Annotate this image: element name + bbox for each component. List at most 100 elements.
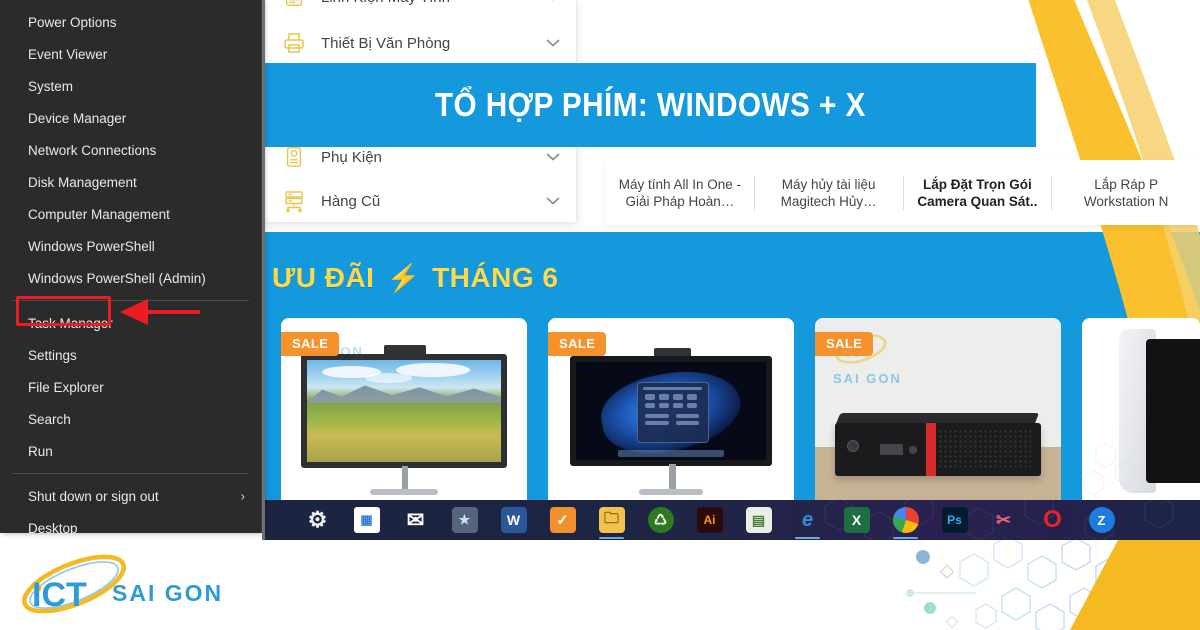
menu-item-desktop[interactable]: Desktop [0, 512, 261, 544]
monitor-neck [668, 464, 676, 489]
quick-link-2[interactable]: Lắp Đặt Trọn Gói Camera Quan Sát.. [904, 175, 1053, 210]
sale-badge: SALE [281, 332, 340, 356]
chrome-icon [892, 507, 919, 533]
quick-link-line2: Magitech Hủy… [780, 193, 877, 209]
taskbar-edge-icon[interactable]: e [783, 500, 832, 540]
lightning-bolt-icon: ⚡ [386, 262, 421, 293]
component-icon [281, 0, 307, 10]
category-item-label: Phụ Kiện [321, 148, 382, 166]
category-item-0[interactable]: Linh Kiện Máy Tính [265, 0, 576, 16]
product-card[interactable]: SALE [548, 318, 794, 508]
category-item-1[interactable]: Thiết Bị Văn Phòng [265, 24, 576, 62]
quick-link-line2: Camera Quan Sát.. [917, 193, 1038, 209]
monitor-base [369, 489, 439, 495]
sale-badge: SALE [548, 332, 607, 356]
quick-link-1[interactable]: Máy hủy tài liệu Magitech Hủy… [755, 175, 904, 210]
word-icon: W [500, 507, 527, 533]
notepad-icon: ▤ [745, 507, 772, 533]
menu-item-settings[interactable]: Settings [0, 339, 261, 371]
landscape-wallpaper [306, 360, 502, 463]
menu-item-run[interactable]: Run [0, 435, 261, 467]
menu-label: Search [28, 411, 71, 427]
accessory-icon [281, 144, 307, 170]
menu-label: Windows PowerShell (Admin) [28, 270, 206, 286]
product-card[interactable]: SAI GON SALE [281, 318, 527, 508]
taskbar-recycle-icon[interactable]: ♺ [636, 500, 685, 540]
taskbar-excel-icon[interactable]: X [832, 500, 881, 540]
taskbar-notepad-editor-icon[interactable]: ▤ [734, 500, 783, 540]
quick-link-line1: Lắp Ráp P [1094, 176, 1159, 192]
menu-item-disk-management[interactable]: Disk Management [0, 166, 261, 198]
ict-saigon-logo[interactable]: ICT SAI GON [16, 554, 251, 616]
quick-link-line2: Giải Pháp Hoàn… [625, 193, 735, 209]
server-icon [281, 188, 307, 214]
usb-port [880, 443, 903, 456]
menu-item-windows-powershell-admin[interactable]: Windows PowerShell (Admin) [0, 262, 261, 294]
taskbar-microsoft-store-icon[interactable]: ▦ [342, 500, 391, 540]
edge-icon: e [801, 508, 814, 531]
chevron-down-icon[interactable] [546, 0, 560, 2]
monitor-neck [401, 466, 408, 489]
quick-link-line1: Máy tính All In One - [618, 176, 742, 192]
taskbar-zalo-icon[interactable]: Z [1077, 500, 1126, 540]
chevron-down-icon[interactable] [546, 153, 560, 162]
mail-icon: ✉ [406, 508, 425, 532]
product-card[interactable] [1082, 318, 1200, 508]
menu-item-shut-down-or-sign-out[interactable]: Shut down or sign out › [0, 480, 261, 512]
zalo-icon: Z [1088, 507, 1115, 533]
quick-link-line2: Workstation N [1083, 193, 1169, 209]
star-icon: ★ [451, 507, 478, 533]
winx-power-menu[interactable]: Power Options Event Viewer System Device… [0, 0, 262, 536]
photoshop-icon: Ps [941, 507, 968, 533]
menu-item-computer-management[interactable]: Computer Management [0, 198, 261, 230]
menu-item-event-viewer[interactable]: Event Viewer [0, 38, 261, 70]
taskbar-settings-gear-icon[interactable]: ⚙ [293, 500, 342, 540]
product-card-list: SAI GON SALE [281, 318, 1200, 508]
keyboard-shortcut-banner: TỔ HỢP PHÍM: WINDOWS + X [265, 63, 1036, 147]
chevron-down-icon[interactable] [546, 39, 560, 48]
menu-label: Network Connections [28, 142, 157, 158]
menu-item-file-explorer[interactable]: File Explorer [0, 371, 261, 403]
store-icon: ▦ [353, 507, 380, 533]
active-indicator [893, 537, 918, 539]
menu-item-network-connections[interactable]: Network Connections [0, 134, 261, 166]
quick-link-0[interactable]: Máy tính All In One - Giải Pháp Hoàn… [606, 175, 755, 210]
menu-label: System [28, 78, 74, 94]
category-item-label: Thiết Bị Văn Phòng [321, 34, 451, 52]
start-menu-preview [636, 381, 709, 443]
taskbar-preview [617, 450, 725, 458]
product-card[interactable]: ICT SAI GON SALE [815, 318, 1061, 508]
taskbar-word-icon[interactable]: W [489, 500, 538, 540]
menu-item-system[interactable]: System [0, 70, 261, 102]
taskbar-photoshop-icon[interactable]: Ps [930, 500, 979, 540]
taskbar-unikey-icon[interactable]: ✓ [538, 500, 587, 540]
opera-icon: O [1043, 506, 1062, 533]
promo-heading: ƯU ĐÃI ⚡ THÁNG 6 [272, 262, 558, 294]
red-accent-stripe [925, 422, 936, 476]
quick-link-3[interactable]: Lắp Ráp P Workstation N [1052, 176, 1200, 210]
menu-label: Power Options [28, 14, 117, 30]
gear-icon: ⚙ [307, 507, 328, 532]
taskbar-sticky-notes-icon[interactable]: ★ [440, 500, 489, 540]
category-item-3[interactable]: Hàng Cũ [265, 182, 576, 220]
menu-label: Computer Management [28, 206, 170, 222]
menu-label: Settings [28, 347, 77, 363]
menu-label: Shut down or sign out [28, 488, 159, 504]
windows-taskbar[interactable]: ⚙ ▦ ✉ ★ W ✓ 🗀 ♺ Ai ▤ e X Ps ✂ O Z [265, 500, 1200, 540]
taskbar-chrome-icon[interactable] [881, 500, 930, 540]
taskbar-opera-icon[interactable]: O [1028, 500, 1077, 540]
site-footer: ICT SAI GON 0906.652.739 0938.928.258 ic… [0, 540, 1200, 630]
menu-item-search[interactable]: Search [0, 403, 261, 435]
screenshot-stage: Linh Kiện Máy Tính Thiết Bị Văn Phòng [0, 0, 1200, 630]
taskbar-illustrator-icon[interactable]: Ai [685, 500, 734, 540]
menu-item-power-options[interactable]: Power Options [0, 6, 261, 38]
taskbar-snipping-tool-icon[interactable]: ✂ [979, 500, 1028, 540]
chevron-down-icon[interactable] [546, 197, 560, 206]
sale-badge: SALE [815, 332, 874, 356]
folder-icon: 🗀 [598, 507, 625, 533]
menu-item-device-manager[interactable]: Device Manager [0, 102, 261, 134]
taskbar-mail-icon[interactable]: ✉ [391, 500, 440, 540]
footer-yellow-swoosh [1070, 540, 1200, 630]
menu-item-windows-powershell[interactable]: Windows PowerShell [0, 230, 261, 262]
taskbar-file-explorer-icon[interactable]: 🗀 [587, 500, 636, 540]
